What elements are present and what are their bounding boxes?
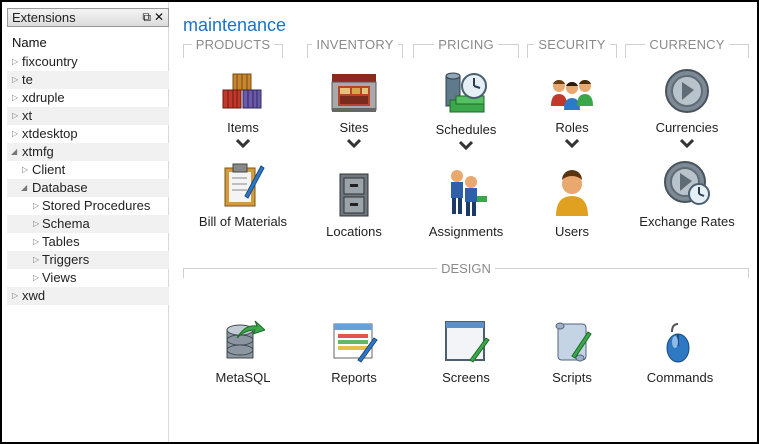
filing-cabinet-icon [339, 173, 369, 217]
collapsed-arrow-icon[interactable]: ▷ [12, 71, 20, 89]
window-icon [445, 321, 490, 363]
close-icon[interactable]: ✕ [154, 9, 164, 26]
collapsed-arrow-icon[interactable]: ▷ [12, 125, 20, 143]
group-header-design: DESIGN [183, 261, 749, 278]
user-icon [556, 170, 588, 216]
assignments-label: Assignments [428, 224, 504, 239]
locations-label: Locations [326, 224, 382, 239]
chevron-down-icon[interactable] [680, 138, 694, 148]
exchange-rates-button[interactable]: Exchange Rates [637, 160, 737, 230]
tree-item-xt[interactable]: ▷ xt [7, 107, 169, 125]
report-icon [333, 323, 378, 363]
reports-button[interactable]: Reports [304, 320, 404, 386]
group-header-currency: CURRENCY [625, 37, 749, 58]
items-button[interactable]: Items [193, 70, 293, 148]
column-header-name[interactable]: Name [12, 35, 47, 50]
collapsed-arrow-icon[interactable]: ▷ [33, 251, 41, 269]
tree-item-triggers[interactable]: ▷ Triggers [7, 251, 169, 269]
coin-clock-icon [664, 161, 710, 205]
collapsed-arrow-icon[interactable]: ▷ [12, 53, 20, 71]
group-header-security: SECURITY [527, 37, 617, 58]
warehouse-icon [331, 74, 377, 112]
items-label: Items [227, 120, 259, 135]
commands-button[interactable]: Commands [630, 320, 730, 386]
users-button[interactable]: Users [522, 170, 622, 240]
collapsed-arrow-icon[interactable]: ▷ [33, 197, 41, 215]
tree-item-xdruple[interactable]: ▷ xdruple [7, 89, 169, 107]
people-icon [451, 170, 487, 216]
schedules-button[interactable]: Schedules [416, 70, 516, 150]
page-title: maintenance [183, 15, 287, 35]
expanded-arrow-icon[interactable]: ◢ [11, 143, 19, 161]
scripts-button[interactable]: Scripts [522, 320, 622, 386]
app-window: Extensions ⧉ ✕ Name ▷ fixcountry ▷ te ▷ … [2, 2, 757, 442]
extensions-panel: Extensions ⧉ ✕ Name ▷ fixcountry ▷ te ▷ … [2, 2, 169, 442]
locations-button[interactable]: Locations [304, 172, 404, 240]
collapsed-arrow-icon[interactable]: ▷ [33, 269, 41, 287]
currencies-button[interactable]: Currencies [637, 68, 737, 148]
chevron-down-icon[interactable] [347, 138, 361, 148]
collapsed-arrow-icon[interactable]: ▷ [12, 287, 20, 305]
clipboard-icon [224, 163, 265, 207]
currencies-label: Currencies [655, 120, 719, 135]
tree-item-xwd[interactable]: ▷ xwd [7, 287, 169, 305]
group-header-products: PRODUCTS [183, 37, 283, 58]
extensions-tree: ▷ fixcountry ▷ te ▷ xdruple ▷ xt ▷ xtdes… [7, 53, 169, 305]
collapsed-arrow-icon[interactable]: ▷ [12, 89, 20, 107]
database-arrow-icon [226, 320, 265, 359]
tree-item-te[interactable]: ▷ te [7, 71, 169, 89]
sites-label: Sites [339, 120, 369, 135]
exchange-rates-label: Exchange Rates [639, 214, 735, 229]
group-header-pricing: PRICING [413, 37, 519, 58]
coin-icon [665, 69, 709, 113]
crates-icon [222, 73, 262, 109]
panel-header: Extensions ⧉ ✕ [7, 8, 169, 27]
commands-label: Commands [646, 370, 714, 385]
collapsed-arrow-icon[interactable]: ▷ [12, 107, 20, 125]
tree-item-xtdesktop[interactable]: ▷ xtdesktop [7, 125, 169, 143]
metasql-button[interactable]: MetaSQL [193, 320, 293, 386]
chevron-down-icon[interactable] [459, 140, 473, 150]
screens-label: Screens [442, 370, 490, 385]
tree-item-xtmfg[interactable]: ◢ xtmfg [7, 143, 169, 161]
schedules-label: Schedules [435, 122, 497, 137]
collapsed-arrow-icon[interactable]: ▷ [33, 233, 41, 251]
assignments-button[interactable]: Assignments [416, 168, 516, 240]
chevron-down-icon[interactable] [565, 138, 579, 148]
roles-button[interactable]: Roles [522, 74, 622, 148]
chevron-down-icon[interactable] [236, 138, 250, 148]
scripts-label: Scripts [552, 370, 592, 385]
tree-item-tables[interactable]: ▷ Tables [7, 233, 169, 251]
users-group-icon [551, 79, 593, 110]
bill-of-materials-label: Bill of Materials [198, 214, 288, 229]
metasql-label: MetaSQL [215, 370, 271, 385]
group-header-inventory: INVENTORY [307, 37, 403, 58]
expanded-arrow-icon[interactable]: ◢ [21, 179, 29, 197]
mouse-icon [666, 323, 690, 363]
roles-label: Roles [555, 120, 589, 135]
screens-button[interactable]: Screens [416, 320, 516, 386]
maintenance-workspace: maintenance PRODUCTS INVENTORY PRICING S… [170, 2, 757, 442]
reports-label: Reports [331, 370, 377, 385]
tree-item-schema[interactable]: ▷ Schema [7, 215, 169, 233]
bill-of-materials-button[interactable]: Bill of Materials [193, 160, 293, 230]
collapsed-arrow-icon[interactable]: ▷ [22, 161, 30, 179]
sites-button[interactable]: Sites [304, 72, 404, 148]
tree-item-stored-procedures[interactable]: ▷ Stored Procedures [7, 197, 169, 215]
tree-item-client[interactable]: ▷ Client [7, 161, 169, 179]
collapsed-arrow-icon[interactable]: ▷ [33, 215, 41, 233]
tree-item-fixcountry[interactable]: ▷ fixcountry [7, 53, 169, 71]
scroll-icon [555, 322, 592, 362]
coins-clock-icon [445, 72, 487, 113]
float-icon[interactable]: ⧉ [142, 9, 151, 26]
users-label: Users [555, 224, 589, 239]
panel-title: Extensions [12, 10, 76, 25]
tree-item-database[interactable]: ◢ Database [7, 179, 169, 197]
tree-item-views[interactable]: ▷ Views [7, 269, 169, 287]
